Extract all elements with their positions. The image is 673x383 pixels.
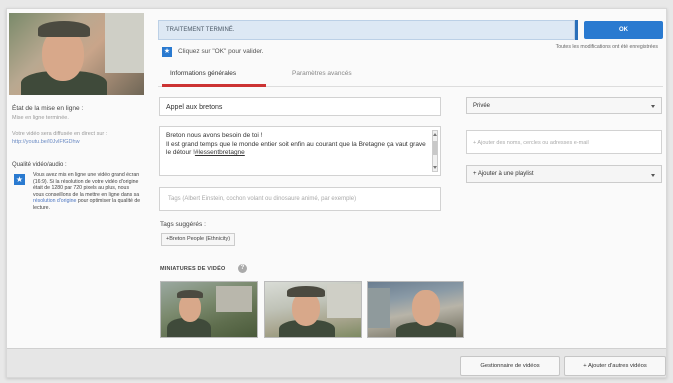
thumbnail-option-3[interactable] [367, 281, 464, 338]
quality-text: Vous avez mis en ligne une vidéo grand é… [33, 172, 141, 211]
tab-advanced-settings[interactable]: Paramètres avancés [292, 70, 352, 77]
description-hashtag[interactable]: #lessentbretagne [195, 149, 245, 156]
description-value: Breton nous avons besoin de toi ! Il est… [166, 132, 428, 158]
title-input[interactable]: Appel aux bretons [159, 97, 441, 116]
chevron-down-icon [651, 174, 655, 177]
cap-shape [38, 21, 90, 37]
face-shape [292, 292, 320, 326]
info-text: Cliquez sur "OK" pour valider. [178, 48, 264, 55]
description-line-1: Breton nous avons besoin de toi ! [166, 132, 263, 139]
ok-button[interactable]: OK [584, 21, 663, 39]
star-icon: ★ [162, 47, 172, 57]
cap-shape [177, 290, 203, 298]
active-tab-indicator [162, 84, 266, 87]
building-shape [216, 286, 252, 312]
suggested-tags-label: Tags suggérés : [160, 221, 206, 228]
saved-note: Toutes les modifications ont été enregis… [555, 44, 658, 50]
upload-status-label: État de la mise en ligne : [12, 105, 84, 112]
title-value: Appel aux bretons [166, 104, 223, 111]
face-shape [179, 294, 201, 322]
star-icon: ★ [14, 174, 25, 185]
suggested-tag-chip[interactable]: +Breton People (Ethnicity) [161, 233, 236, 246]
share-placeholder: + Ajouter des noms, cercles ou adresses … [473, 140, 589, 146]
chevron-down-icon [651, 105, 655, 108]
processing-bar: TRAITEMENT TERMINÉ. [158, 20, 575, 40]
building-shape [327, 284, 361, 318]
video-preview[interactable] [9, 13, 144, 95]
help-icon[interactable]: ? [238, 264, 247, 273]
upload-status-value: Mise en ligne terminée. [12, 115, 69, 121]
add-to-playlist-button[interactable]: + Ajouter à une playlist [466, 165, 662, 183]
tab-general-info[interactable]: Informations générales [170, 70, 236, 77]
thumbnails-label: MINIATURES DE VIDÉO [160, 266, 226, 272]
video-manager-button[interactable]: Gestionnaire de vidéos [460, 356, 560, 376]
building-shape [368, 288, 390, 328]
face-shape [412, 290, 440, 326]
processing-message: TRAITEMENT TERMINÉ. [166, 27, 235, 33]
quality-title: Qualité vidéo/audio : [12, 162, 67, 168]
description-textarea[interactable]: Breton nous avons besoin de toi ! Il est… [159, 126, 441, 176]
processing-bar-edge [575, 20, 578, 40]
quality-link[interactable]: résolution d'origine [33, 198, 76, 204]
scroll-down-arrow-icon[interactable] [433, 166, 437, 169]
scroll-thumb[interactable] [433, 141, 437, 155]
building-shape [105, 13, 144, 73]
privacy-value: Privée [473, 103, 491, 109]
video-url-block: Votre vidéo sera diffusée en direct sur … [12, 130, 132, 146]
thumbnail-option-1[interactable] [160, 281, 258, 338]
share-input[interactable]: + Ajouter des noms, cercles ou adresses … [466, 130, 662, 154]
description-scrollbar[interactable] [432, 130, 438, 172]
thumbnail-option-2[interactable] [264, 281, 362, 338]
tags-placeholder: Tags (Albert Einstein, cochon volant ou … [168, 196, 357, 202]
tags-input[interactable]: Tags (Albert Einstein, cochon volant ou … [159, 187, 441, 211]
playlist-label: + Ajouter à une playlist [473, 171, 534, 177]
video-url-label: Votre vidéo sera diffusée en direct sur … [12, 131, 108, 137]
scroll-up-arrow-icon[interactable] [433, 133, 437, 136]
add-more-videos-button[interactable]: + Ajouter d'autres vidéos [564, 356, 666, 376]
cap-shape [287, 286, 325, 297]
video-url-link[interactable]: http://youtu.be/l0JvlFfGDhw [12, 139, 80, 145]
privacy-select[interactable]: Privée [466, 97, 662, 114]
quality-text-1: Vous avez mis en ligne une vidéo grand é… [33, 172, 140, 198]
